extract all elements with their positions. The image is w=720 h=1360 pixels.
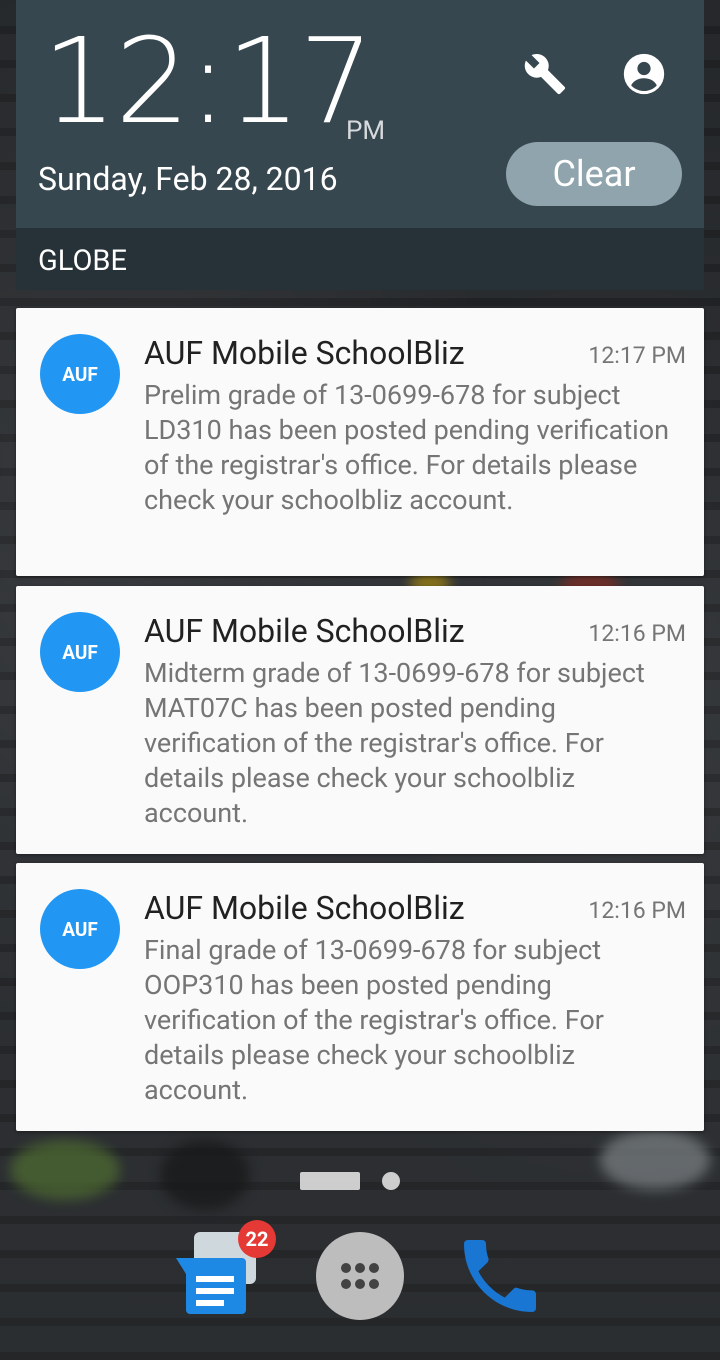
date-label[interactable]: Sunday, Feb 28, 2016 [38,160,338,198]
app-avatar-icon: AUF [40,889,120,969]
notification-time: 12:17 PM [588,342,686,369]
notification-message: Final grade of 13-0699-678 for subject O… [144,934,604,1106]
notification-card[interactable]: AUF AUF Mobile SchoolBliz 12:17 PM Preli… [16,308,704,576]
notification-time: 12:16 PM [588,897,686,924]
quick-settings-header: 12:17 PM Sunday, Feb 28, 2016 Clear [16,0,704,228]
app-drawer-button[interactable] [316,1232,404,1320]
clock-ampm: PM [346,116,386,146]
notification-title: AUF Mobile SchoolBliz [144,889,465,927]
clear-all-button[interactable]: Clear [506,142,682,206]
account-icon[interactable] [620,50,668,98]
notification-message: Midterm grade of 13-0699-678 for subject… [144,657,645,829]
phone-app-icon[interactable] [452,1228,548,1324]
notification-time: 12:16 PM [588,620,686,647]
notification-title: AUF Mobile SchoolBliz [144,334,465,372]
wrench-icon[interactable] [521,50,569,98]
notification-message: Prelim grade of 13-0699-678 for subject … [144,379,670,516]
page-indicator-dot [382,1172,400,1190]
notification-title: AUF Mobile SchoolBliz [144,612,465,650]
notification-card[interactable]: AUF AUF Mobile SchoolBliz 12:16 PM Midte… [16,586,704,854]
carrier-bar: GLOBE [16,228,704,290]
carrier-label: GLOBE [38,244,127,278]
unread-badge: 22 [238,1220,276,1258]
app-avatar-icon: AUF [40,334,120,414]
app-avatar-icon: AUF [40,612,120,692]
notification-card[interactable]: AUF AUF Mobile SchoolBliz 12:16 PM Final… [16,863,704,1131]
page-indicator-home [300,1172,360,1190]
clock-time: 12:17 [42,12,374,150]
